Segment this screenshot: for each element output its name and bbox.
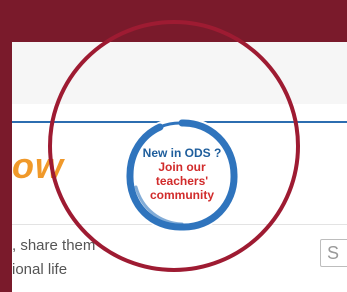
badge-text[interactable]: New in ODS ? Join our teachers' communit… bbox=[124, 146, 240, 202]
search-input[interactable]: S bbox=[320, 239, 347, 267]
promo-frame: ow , share them ional life S New in ODS … bbox=[0, 0, 347, 292]
badge-cta-line-3[interactable]: community bbox=[124, 188, 240, 202]
header-band bbox=[12, 42, 347, 104]
badge-title[interactable]: New in ODS ? bbox=[124, 146, 240, 160]
intro-text-block: , share them ional life bbox=[12, 224, 347, 292]
webpage-background: ow , share them ional life S New in ODS … bbox=[12, 42, 347, 292]
intro-line-2: ional life bbox=[12, 261, 68, 278]
community-badge[interactable]: New in ODS ? Join our teachers' communit… bbox=[124, 117, 240, 233]
intro-line-1: , share them bbox=[12, 237, 96, 254]
badge-cta-line-1[interactable]: Join our bbox=[124, 160, 240, 174]
badge-cta-line-2[interactable]: teachers' bbox=[124, 174, 240, 188]
page-headline-fragment: ow bbox=[12, 145, 64, 186]
